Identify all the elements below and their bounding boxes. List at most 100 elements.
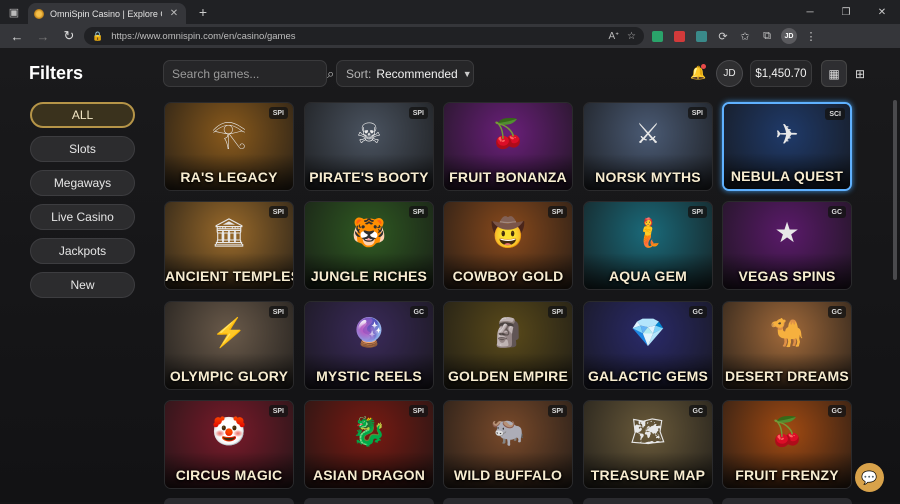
- refresh-extension-icon[interactable]: ⟳: [714, 27, 732, 45]
- filter-live-casino[interactable]: Live Casino: [30, 204, 135, 230]
- game-card[interactable]: ★ GC VEGAS SPINS: [722, 201, 852, 290]
- tab-close-icon[interactable]: ✕: [168, 8, 180, 19]
- game-card[interactable]: 🤠 SPI COWBOY GOLD: [443, 201, 573, 290]
- game-card[interactable]: 🏛 SPI ANCIENT TEMPLES: [164, 201, 294, 290]
- collections-icon[interactable]: ⧉: [758, 27, 776, 45]
- extension-red-icon[interactable]: [670, 27, 688, 45]
- search-icon[interactable]: ⌕: [327, 66, 334, 82]
- chat-support-icon[interactable]: 💬: [855, 463, 884, 492]
- game-card[interactable]: 🐪 GC DESERT DREAMS: [722, 301, 852, 390]
- favorites-icon[interactable]: ✩: [736, 27, 754, 45]
- new-tab-icon[interactable]: +: [192, 1, 214, 23]
- notification-dot: [701, 64, 706, 69]
- search-box: ⌕: [163, 60, 334, 87]
- viking-icon: ⚔: [635, 118, 661, 150]
- filter-jackpots[interactable]: Jackpots: [30, 238, 135, 264]
- neon-sign-icon: ★: [774, 217, 800, 249]
- balance-display[interactable]: $1,450.70: [750, 60, 812, 87]
- tiger-icon: 🐯: [351, 217, 387, 249]
- cowboy-icon: 🤠: [490, 217, 526, 249]
- filter-all[interactable]: ALL: [30, 102, 135, 128]
- provider-badge: SPI: [408, 206, 428, 218]
- game-card-partial[interactable]: [583, 498, 713, 504]
- temple-icon: 🏛: [211, 217, 247, 249]
- browser-tab[interactable]: OmniSpin Casino | Explore Games ✕: [28, 3, 186, 24]
- game-card[interactable]: 🔮 GC MYSTIC REELS: [304, 301, 434, 390]
- provider-badge: SPI: [547, 405, 567, 417]
- window-menu-icon[interactable]: ▣: [0, 0, 28, 24]
- game-card[interactable]: ✈ SCI NEBULA QUEST: [722, 102, 852, 191]
- provider-badge: SPI: [687, 107, 707, 119]
- provider-badge: SPI: [547, 306, 567, 318]
- page-scrollbar[interactable]: [893, 100, 897, 280]
- provider-badge: GC: [827, 405, 846, 417]
- mask-icon: 🗿: [490, 317, 526, 349]
- game-card[interactable]: 🧜 SPI AQUA GEM: [583, 201, 713, 290]
- game-card-partial[interactable]: [304, 498, 434, 504]
- mermaid-icon: 🧜: [630, 217, 666, 249]
- chevron-down-icon: ▼: [462, 68, 472, 79]
- provider-badge: GC: [688, 306, 707, 318]
- game-title: DESERT DREAMS: [725, 368, 849, 384]
- provider-badge: GC: [688, 405, 707, 417]
- grid-view-small-icon[interactable]: ⊞: [847, 60, 873, 87]
- game-card[interactable]: 🤡 SPI CIRCUS MAGIC: [164, 400, 294, 489]
- game-card[interactable]: 💎 GC GALACTIC GEMS: [583, 301, 713, 390]
- game-card[interactable]: ⚔ SPI NORSK MYTHS: [583, 102, 713, 191]
- game-title: ASIAN DRAGON: [312, 467, 426, 483]
- map-icon: 🗺: [630, 416, 666, 448]
- read-aloud-icon[interactable]: Aᐩ: [608, 31, 619, 42]
- filter-megaways[interactable]: Megaways: [30, 170, 135, 196]
- game-title: NORSK MYTHS: [595, 169, 701, 185]
- minimize-icon[interactable]: ─: [792, 0, 828, 24]
- extension-green-icon[interactable]: [648, 27, 666, 45]
- game-card[interactable]: 🗺 GC TREASURE MAP: [583, 400, 713, 489]
- game-card[interactable]: 🍒 FRUIT BONANZA: [443, 102, 573, 191]
- fruit-icon: 🍒: [769, 416, 805, 448]
- restore-icon[interactable]: ❐: [828, 0, 864, 24]
- game-card[interactable]: ☠ SPI PIRATE'S BOOTY: [304, 102, 434, 191]
- user-avatar[interactable]: JD: [716, 60, 743, 87]
- bookmark-star-icon[interactable]: ☆: [627, 31, 636, 42]
- close-window-icon[interactable]: ✕: [864, 0, 900, 24]
- game-card-partial[interactable]: [722, 498, 852, 504]
- reload-icon[interactable]: ↻: [58, 26, 80, 46]
- browser-profile-avatar[interactable]: JD: [781, 28, 797, 44]
- game-card[interactable]: 🐉 SPI ASIAN DRAGON: [304, 400, 434, 489]
- skull-icon: ☠: [356, 118, 382, 150]
- game-card[interactable]: 🐃 SPI WILD BUFFALO: [443, 400, 573, 489]
- game-card-partial[interactable]: [443, 498, 573, 504]
- witch-icon: 🔮: [351, 317, 387, 349]
- filter-slots[interactable]: Slots: [30, 136, 135, 162]
- search-input[interactable]: [172, 66, 327, 81]
- window-controls: ─ ❐ ✕: [792, 0, 900, 24]
- sort-dropdown[interactable]: Sort: Recommended ▼: [336, 60, 474, 87]
- game-card[interactable]: 🐯 SPI JUNGLE RICHES: [304, 201, 434, 290]
- game-card[interactable]: 🍒 GC FRUIT FRENZY: [722, 400, 852, 489]
- back-icon[interactable]: ←: [6, 26, 28, 46]
- more-menu-icon[interactable]: ⋮: [802, 27, 820, 45]
- game-title: RA'S LEGACY: [180, 169, 278, 185]
- game-title: PIRATE'S BOOTY: [309, 169, 429, 185]
- forward-icon[interactable]: →: [32, 26, 54, 46]
- provider-badge: GC: [827, 206, 846, 218]
- address-bar[interactable]: 🔒 https://www.omnispin.com/en/casino/gam…: [84, 27, 644, 45]
- spaceship-icon: ✈: [775, 118, 799, 150]
- fruit-icon: 🍒: [490, 118, 526, 150]
- game-title: FRUIT FRENZY: [735, 467, 839, 483]
- extension-teal-icon[interactable]: [692, 27, 710, 45]
- filter-new[interactable]: New: [30, 272, 135, 298]
- game-title: MYSTIC REELS: [316, 368, 422, 384]
- clown-icon: 🤡: [211, 416, 247, 448]
- game-card-partial[interactable]: [164, 498, 294, 504]
- game-card[interactable]: ⚡ SPI OLYMPIC GLORY: [164, 301, 294, 390]
- site-favicon-icon: [34, 8, 44, 19]
- provider-badge: SPI: [408, 107, 428, 119]
- game-title: TREASURE MAP: [590, 467, 706, 483]
- game-card[interactable]: 🗿 SPI GOLDEN EMPIRE: [443, 301, 573, 390]
- grid-view-large-icon[interactable]: ▦: [821, 60, 847, 87]
- provider-badge: SCI: [825, 108, 845, 120]
- zeus-icon: ⚡: [211, 317, 247, 349]
- game-card[interactable]: 𓂀 SPI RA'S LEGACY: [164, 102, 294, 191]
- notification-bell-icon[interactable]: 🔔: [690, 64, 706, 81]
